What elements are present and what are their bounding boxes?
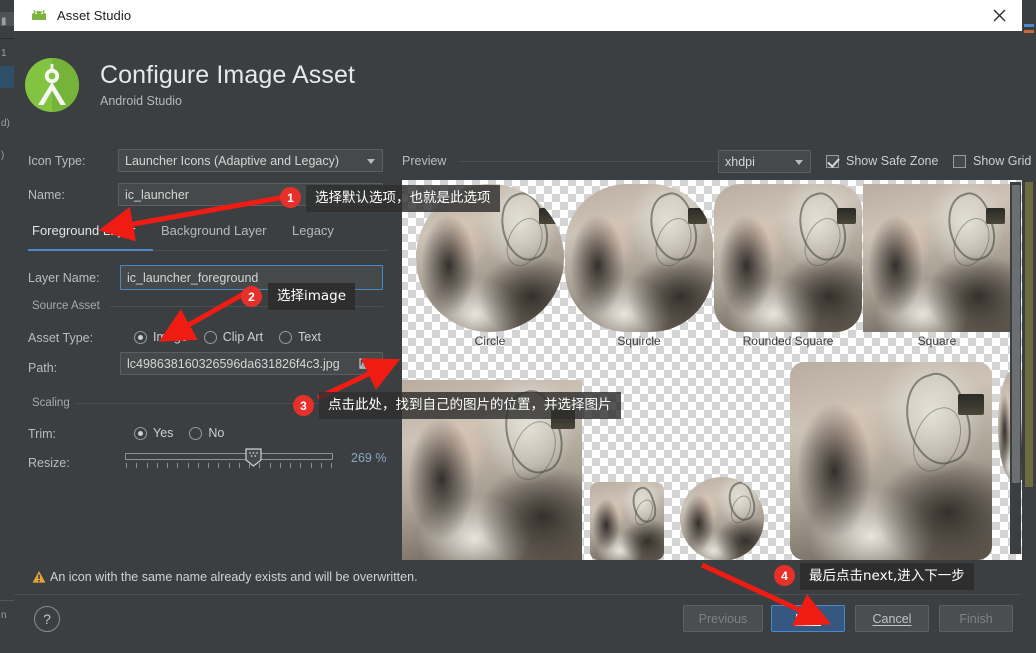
cancel-button-label: Cancel bbox=[872, 611, 912, 626]
show-safe-zone-label: Show Safe Zone bbox=[846, 154, 939, 168]
layer-name-value: ic_launcher_foreground bbox=[127, 270, 259, 285]
preview-scrollbar-thumb[interactable] bbox=[1012, 185, 1020, 483]
resize-value: 269 % bbox=[351, 451, 387, 465]
show-safe-zone-checkbox[interactable]: Show Safe Zone bbox=[826, 154, 938, 168]
path-input[interactable]: lc498638160326596da631826f4c3.jpg bbox=[120, 352, 383, 375]
annotation-number-3: 3 bbox=[293, 395, 314, 416]
trim-label-yes: Yes bbox=[153, 426, 174, 440]
finish-button-label: Finish bbox=[959, 611, 993, 626]
preview-header: Preview xhdpi Show Safe Zone Show Grid bbox=[402, 150, 1031, 174]
tab-legacy[interactable]: Legacy bbox=[292, 223, 334, 246]
trim-label-no: No bbox=[208, 426, 225, 440]
layer-name-label: Layer Name: bbox=[28, 271, 100, 285]
android-studio-logo-icon bbox=[23, 56, 81, 114]
layer-tabs: Foreground Layer Background Layer Legacy bbox=[28, 223, 389, 253]
trim-radio-yes[interactable] bbox=[134, 426, 147, 440]
checkbox-box bbox=[826, 154, 839, 168]
window-titlebar: Asset Studio bbox=[14, 0, 1022, 31]
window-title: Asset Studio bbox=[57, 8, 132, 23]
warning-icon bbox=[32, 570, 46, 589]
preview-squircle-image bbox=[565, 184, 713, 332]
next-button[interactable]: Next bbox=[771, 605, 845, 632]
asset-type-radio-image[interactable] bbox=[134, 330, 147, 344]
previous-button-label: Previous bbox=[698, 611, 748, 626]
icon-type-value: Launcher Icons (Adaptive and Legacy) bbox=[125, 153, 340, 168]
next-button-label: Next bbox=[795, 611, 821, 626]
ide-background-right bbox=[1022, 0, 1036, 653]
help-button[interactable]: ? bbox=[34, 606, 60, 632]
resize-label: Resize: bbox=[28, 456, 70, 470]
trim-label: Trim: bbox=[28, 427, 56, 441]
asset-studio-dialog: Asset Studio Configure Image Asset Andro… bbox=[14, 0, 1031, 653]
icon-type-select[interactable]: Launcher Icons (Adaptive and Legacy) bbox=[118, 149, 383, 172]
asset-type-radio-clipart[interactable] bbox=[203, 330, 217, 344]
scaling-section-title: Scaling bbox=[32, 397, 70, 409]
annotation-tip-4: 最后点击next,进入下一步 bbox=[800, 563, 974, 591]
name-value: ic_launcher bbox=[125, 187, 189, 202]
name-label: Name: bbox=[28, 188, 65, 202]
chevron-down-icon bbox=[367, 158, 375, 164]
android-icon bbox=[30, 9, 48, 22]
tab-background-layer-label: Background Layer bbox=[161, 223, 267, 238]
preview-round-legacy-image bbox=[680, 477, 764, 560]
trim-radio-no[interactable] bbox=[189, 426, 203, 440]
annotation-number-1: 1 bbox=[280, 187, 301, 208]
tab-legacy-label: Legacy bbox=[292, 223, 334, 238]
path-value: lc498638160326596da631826f4c3.jpg bbox=[127, 356, 340, 371]
preview-shape-label-circle: Circle bbox=[474, 334, 506, 348]
ide-background-left: ▮ 1 d) ) n bbox=[0, 0, 14, 653]
warning-text: An icon with the same name already exist… bbox=[50, 570, 418, 584]
page-subtitle: Android Studio bbox=[100, 94, 183, 109]
preview-shape-label-squircle: Squircle bbox=[617, 334, 661, 348]
annotation-tip-1: 选择默认选项，也就是此选项 bbox=[306, 185, 500, 213]
resize-slider-track[interactable] bbox=[125, 453, 333, 460]
preview-legacy-image bbox=[590, 482, 664, 560]
preview-shape-label-rounded-square: Rounded Square bbox=[742, 334, 834, 348]
chevron-down-icon bbox=[795, 160, 803, 165]
density-value: xhdpi bbox=[725, 154, 755, 169]
dialog-header: Configure Image Asset Android Studio bbox=[14, 31, 1022, 139]
density-select[interactable]: xhdpi bbox=[718, 150, 811, 173]
finish-button[interactable]: Finish bbox=[939, 605, 1013, 632]
tab-baseline bbox=[153, 250, 389, 251]
annotation-tip-3: 点击此处，找到自己的图片的位置，并选择图片 bbox=[319, 392, 621, 420]
tab-foreground-layer[interactable]: Foreground Layer bbox=[32, 223, 135, 246]
asset-type-label-clipart: Clip Art bbox=[222, 330, 264, 344]
show-grid-label: Show Grid bbox=[973, 154, 1032, 168]
preview-shape-label-square: Square bbox=[917, 334, 957, 348]
asset-type-label-image: Image bbox=[153, 330, 188, 344]
cancel-button[interactable]: Cancel bbox=[855, 605, 929, 632]
folder-browse-icon[interactable] bbox=[359, 357, 376, 370]
active-tab-indicator bbox=[28, 249, 153, 251]
annotation-tip-2: 选择image bbox=[268, 283, 356, 311]
annotation-number-2: 2 bbox=[241, 286, 262, 307]
dialog-footer: ? Previous Next Cancel Finish bbox=[14, 595, 1022, 653]
asset-type-radio-text[interactable] bbox=[279, 330, 293, 344]
path-label: Path: bbox=[28, 361, 58, 375]
preview-canvas[interactable]: Circle Squircle Rounded Square Square bbox=[402, 180, 1022, 560]
tab-background-layer[interactable]: Background Layer bbox=[161, 223, 267, 246]
preview-scrollbar[interactable] bbox=[1010, 182, 1021, 554]
help-button-label: ? bbox=[43, 611, 51, 627]
annotation-number-4: 4 bbox=[774, 565, 795, 586]
preview-label: Preview bbox=[402, 154, 447, 168]
page-title: Configure Image Asset bbox=[100, 60, 356, 89]
preview-square-image bbox=[863, 184, 1011, 332]
tab-foreground-layer-label: Foreground Layer bbox=[32, 223, 136, 238]
asset-type-label-text: Text bbox=[298, 330, 321, 344]
preview-xxxhdpi-image bbox=[790, 362, 992, 560]
icon-type-label: Icon Type: bbox=[28, 154, 86, 168]
preview-rounded-square-image bbox=[714, 184, 862, 332]
close-icon[interactable] bbox=[976, 0, 1022, 31]
asset-type-label: Asset Type: bbox=[28, 331, 94, 345]
checkbox-box bbox=[953, 154, 966, 168]
screenshot-root: ▮ 1 d) ) n Asset Studio Configure Image … bbox=[0, 0, 1036, 653]
show-grid-checkbox[interactable]: Show Grid bbox=[953, 154, 1031, 168]
resize-slider-ticks bbox=[126, 463, 332, 468]
source-asset-section-title: Source Asset bbox=[32, 300, 100, 312]
previous-button[interactable]: Previous bbox=[683, 605, 763, 632]
preview-divider bbox=[458, 161, 749, 162]
